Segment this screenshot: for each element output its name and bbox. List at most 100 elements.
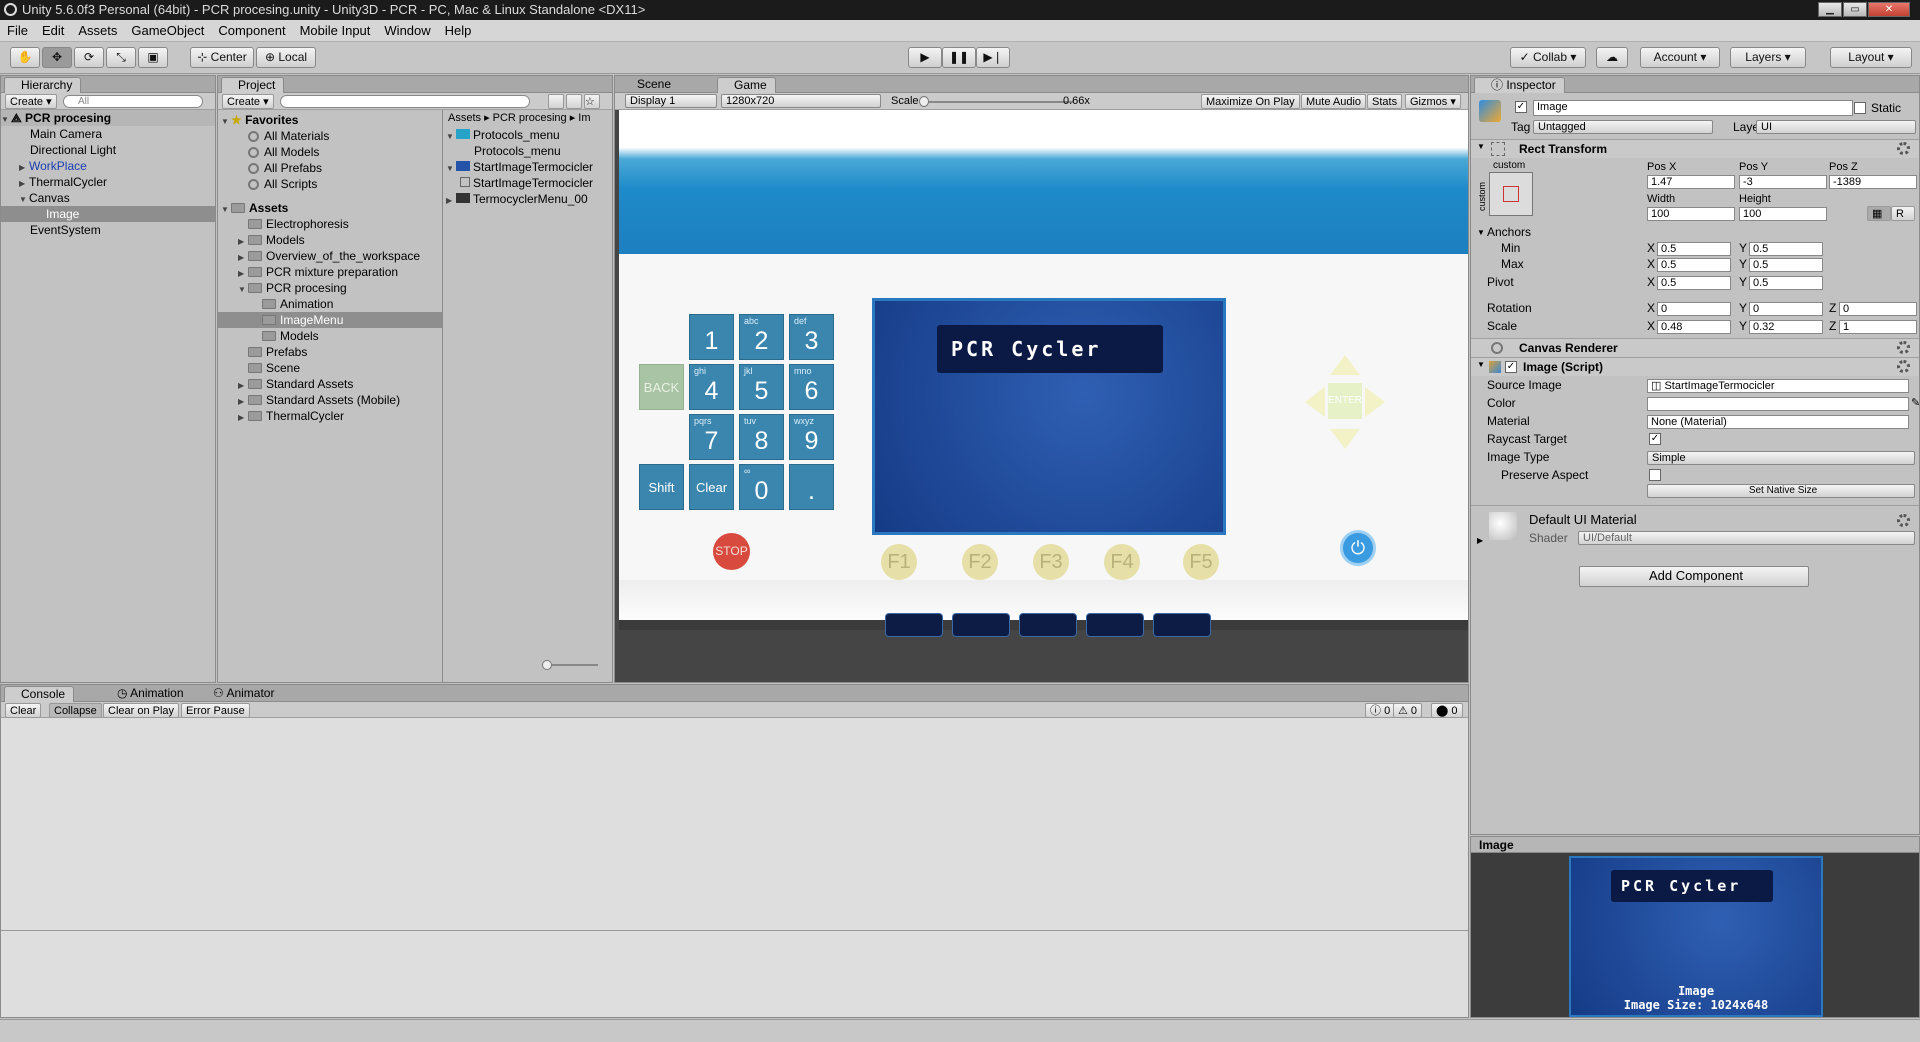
hierarchy-item-eventsystem[interactable]: EventSystem	[30, 222, 101, 238]
layout-dropdown[interactable]: Layout ▾	[1830, 47, 1912, 68]
shader-dropdown[interactable]: UI/Default	[1578, 531, 1915, 545]
image-type-dropdown[interactable]: Simple	[1647, 451, 1915, 465]
menu-mobile-input[interactable]: Mobile Input	[293, 20, 378, 42]
back-key[interactable]: BACK	[639, 364, 684, 410]
tab-hierarchy[interactable]: Hierarchy	[4, 77, 82, 93]
tab-inspector[interactable]: ⓘ Inspector	[1474, 77, 1565, 93]
blueprint-mode-icon[interactable]: ▦	[1867, 206, 1891, 221]
f4-button[interactable]: F4	[1104, 544, 1140, 580]
favorites-header[interactable]: ▼ ★ Favorites	[221, 112, 298, 128]
pivot-y-field[interactable]: 0.5	[1749, 276, 1823, 290]
scale-x-field[interactable]: 0.48	[1657, 320, 1731, 334]
enter-button[interactable]: ENTER	[1328, 383, 1362, 419]
anchors-toggle-icon[interactable]: ▼	[1477, 224, 1485, 241]
anchor-min-y-field[interactable]: 0.5	[1749, 242, 1823, 256]
f3-button[interactable]: F3	[1033, 544, 1069, 580]
keypad-key[interactable]: pqrs 7	[689, 414, 734, 460]
menu-edit[interactable]: Edit	[35, 20, 71, 42]
hierarchy-item-canvas[interactable]: ▼ Canvas	[19, 190, 70, 206]
scale-z-field[interactable]: 1	[1839, 320, 1917, 334]
color-swatch[interactable]	[1647, 397, 1909, 411]
error-pause-toggle[interactable]: Error Pause	[181, 703, 250, 718]
shift-key[interactable]: Shift	[639, 464, 684, 510]
favorite-item[interactable]: All Prefabs	[248, 160, 322, 176]
rotation-y-field[interactable]: 0	[1749, 302, 1823, 316]
tab-animation[interactable]: ◷ Animation	[101, 686, 192, 702]
folder-item[interactable]: ▶ Overview_of_the_workspace	[238, 248, 420, 264]
menu-assets[interactable]: Assets	[71, 20, 124, 42]
scale-tool-icon[interactable]: ⤡	[106, 47, 136, 68]
display-dropdown[interactable]: Display 1	[625, 94, 717, 108]
collab-button[interactable]: ✓ Collab ▾	[1510, 47, 1586, 68]
f2-button[interactable]: F2	[962, 544, 998, 580]
rotation-z-field[interactable]: 0	[1839, 302, 1917, 316]
hierarchy-item-directional-light[interactable]: Directional Light	[30, 142, 116, 158]
stop-button[interactable]: STOP	[713, 533, 750, 570]
favorite-item[interactable]: All Materials	[248, 128, 329, 144]
tab-project[interactable]: Project	[221, 77, 285, 93]
keypad-key[interactable]: tuv 8	[739, 414, 784, 460]
raw-edit-button[interactable]: R	[1891, 206, 1915, 221]
clear-key[interactable]: Clear	[689, 464, 734, 510]
preserve-aspect-checkbox[interactable]	[1649, 469, 1661, 481]
pivot-x-field[interactable]: 0.5	[1657, 276, 1731, 290]
move-tool-icon[interactable]: ✥	[42, 47, 72, 68]
keypad-key[interactable]: jkl 5	[739, 364, 784, 410]
f1-button[interactable]: F1	[881, 544, 917, 580]
static-checkbox[interactable]	[1854, 102, 1866, 114]
navigation-pad[interactable]: ENTER	[1305, 355, 1385, 449]
keypad-key[interactable]: ghi 4	[689, 364, 734, 410]
tag-dropdown[interactable]: Untagged	[1533, 120, 1713, 134]
warning-count[interactable]: ⚠ 0	[1393, 703, 1423, 718]
gizmos-dropdown[interactable]: Gizmos ▾	[1405, 94, 1461, 109]
rotation-x-field[interactable]: 0	[1657, 302, 1731, 316]
scene-root[interactable]: ▼ ⟁ PCR procesing	[1, 110, 215, 126]
mute-audio-toggle[interactable]: Mute Audio	[1301, 94, 1367, 109]
keypad-key[interactable]: ∞ 0	[739, 464, 784, 510]
anchor-min-x-field[interactable]: 0.5	[1657, 242, 1731, 256]
maximize-on-play-toggle[interactable]: Maximize On Play	[1201, 94, 1300, 109]
hierarchy-create-button[interactable]: Create ▾	[5, 94, 57, 109]
favorite-item[interactable]: All Models	[248, 144, 319, 160]
active-checkbox[interactable]: ✓	[1515, 101, 1527, 113]
keypad-key[interactable]: mno 6	[789, 364, 834, 410]
file-item[interactable]: StartImageTermocicler	[460, 175, 593, 191]
info-count[interactable]: ⓘ 0	[1365, 703, 1396, 718]
folder-item[interactable]: ▶ PCR mixture preparation	[238, 264, 398, 280]
hierarchy-item-image[interactable]: Image	[1, 206, 215, 222]
play-button[interactable]: ▶	[908, 47, 942, 68]
keypad-key[interactable]: abc 2	[739, 314, 784, 360]
maximize-button[interactable]: ▭	[1843, 2, 1867, 17]
resolution-dropdown[interactable]: 1280x720	[721, 94, 881, 108]
account-dropdown[interactable]: Account ▾	[1640, 47, 1720, 68]
rect-transform-header[interactable]: ▼ Rect Transform	[1471, 139, 1919, 158]
canvas-renderer-header[interactable]: Canvas Renderer	[1471, 338, 1919, 357]
power-icon[interactable]: ⏻	[1340, 530, 1376, 566]
stats-toggle[interactable]: Stats	[1367, 94, 1403, 109]
folder-item[interactable]: Animation	[262, 296, 333, 312]
layers-dropdown[interactable]: Layers ▾	[1730, 47, 1806, 68]
pause-button[interactable]: ❚❚	[942, 47, 976, 68]
preview-header[interactable]: Image	[1471, 837, 1919, 853]
material-field[interactable]: None (Material)	[1647, 415, 1909, 429]
clear-on-play-toggle[interactable]: Clear on Play	[103, 703, 180, 718]
source-image-field[interactable]: ◫ StartImageTermocicler	[1647, 379, 1909, 393]
scale-slider-thumb[interactable]	[919, 96, 929, 107]
arrow-down-icon[interactable]	[1330, 429, 1360, 449]
file-item[interactable]: ▶ TermocyclerMenu_00	[446, 191, 588, 207]
tab-console[interactable]: Console	[4, 686, 75, 702]
height-field[interactable]: 100	[1739, 207, 1827, 221]
favorite-star-icon[interactable]: ☆	[584, 94, 600, 109]
error-count[interactable]: ⬤ 0	[1431, 703, 1463, 718]
hierarchy-item-main-camera[interactable]: Main Camera	[30, 126, 102, 142]
cloud-icon[interactable]: ☁	[1596, 47, 1628, 68]
filter-label-icon[interactable]	[566, 94, 582, 109]
object-name-field[interactable]: Image	[1533, 100, 1853, 116]
folder-item-selected[interactable]: ImageMenu	[218, 312, 442, 328]
anchor-max-x-field[interactable]: 0.5	[1657, 258, 1731, 272]
folder-item[interactable]: ▶ Standard Assets (Mobile)	[238, 392, 400, 408]
menu-gameobject[interactable]: GameObject	[124, 20, 211, 42]
folder-item[interactable]: Models	[262, 328, 319, 344]
hierarchy-search-input[interactable]: All	[63, 95, 203, 108]
menu-window[interactable]: Window	[377, 20, 437, 42]
